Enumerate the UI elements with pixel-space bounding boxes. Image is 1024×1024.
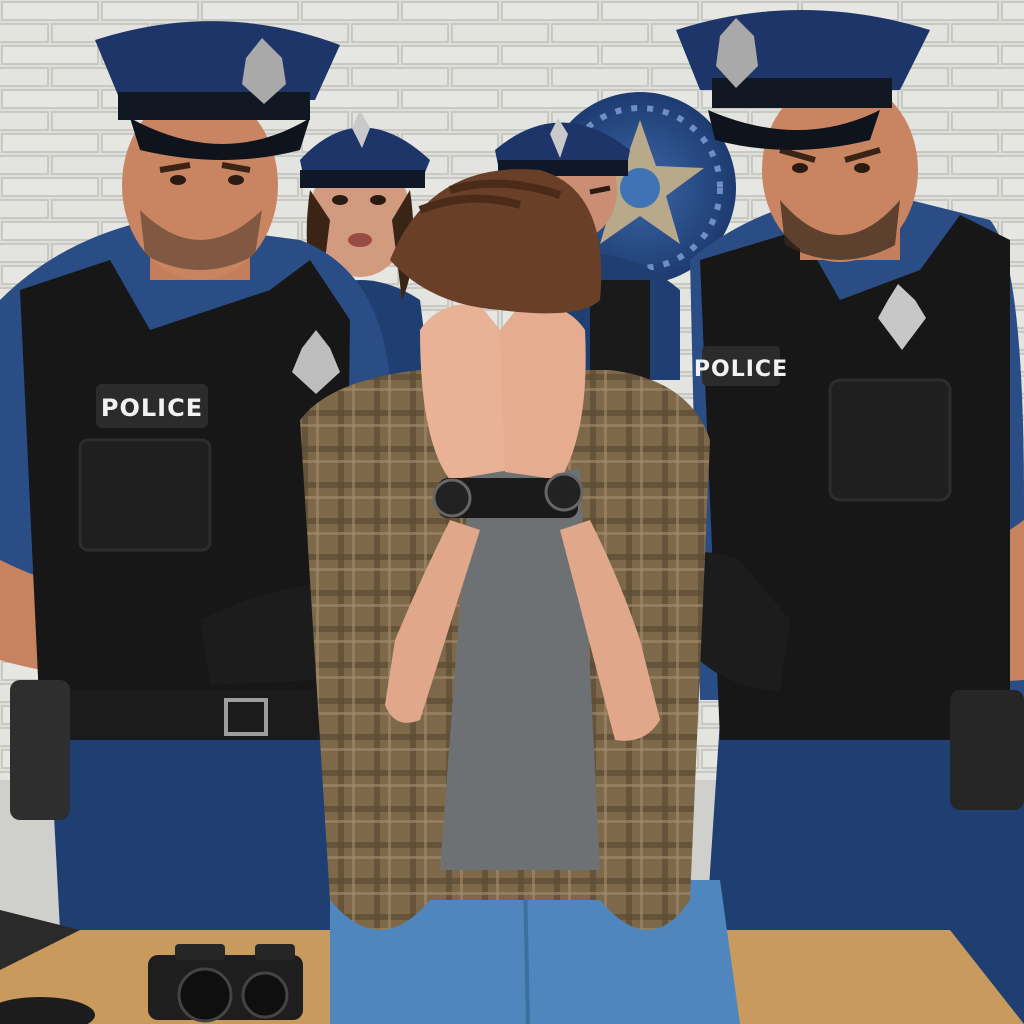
vest-patch-label: POLICE (694, 357, 788, 382)
photo-scene: POLICE POLICE (0, 0, 1024, 1024)
scene-illustration: POLICE POLICE (0, 0, 1024, 1024)
camera-icon (148, 944, 303, 1023)
vest-patch-label: POLICE (101, 394, 203, 422)
